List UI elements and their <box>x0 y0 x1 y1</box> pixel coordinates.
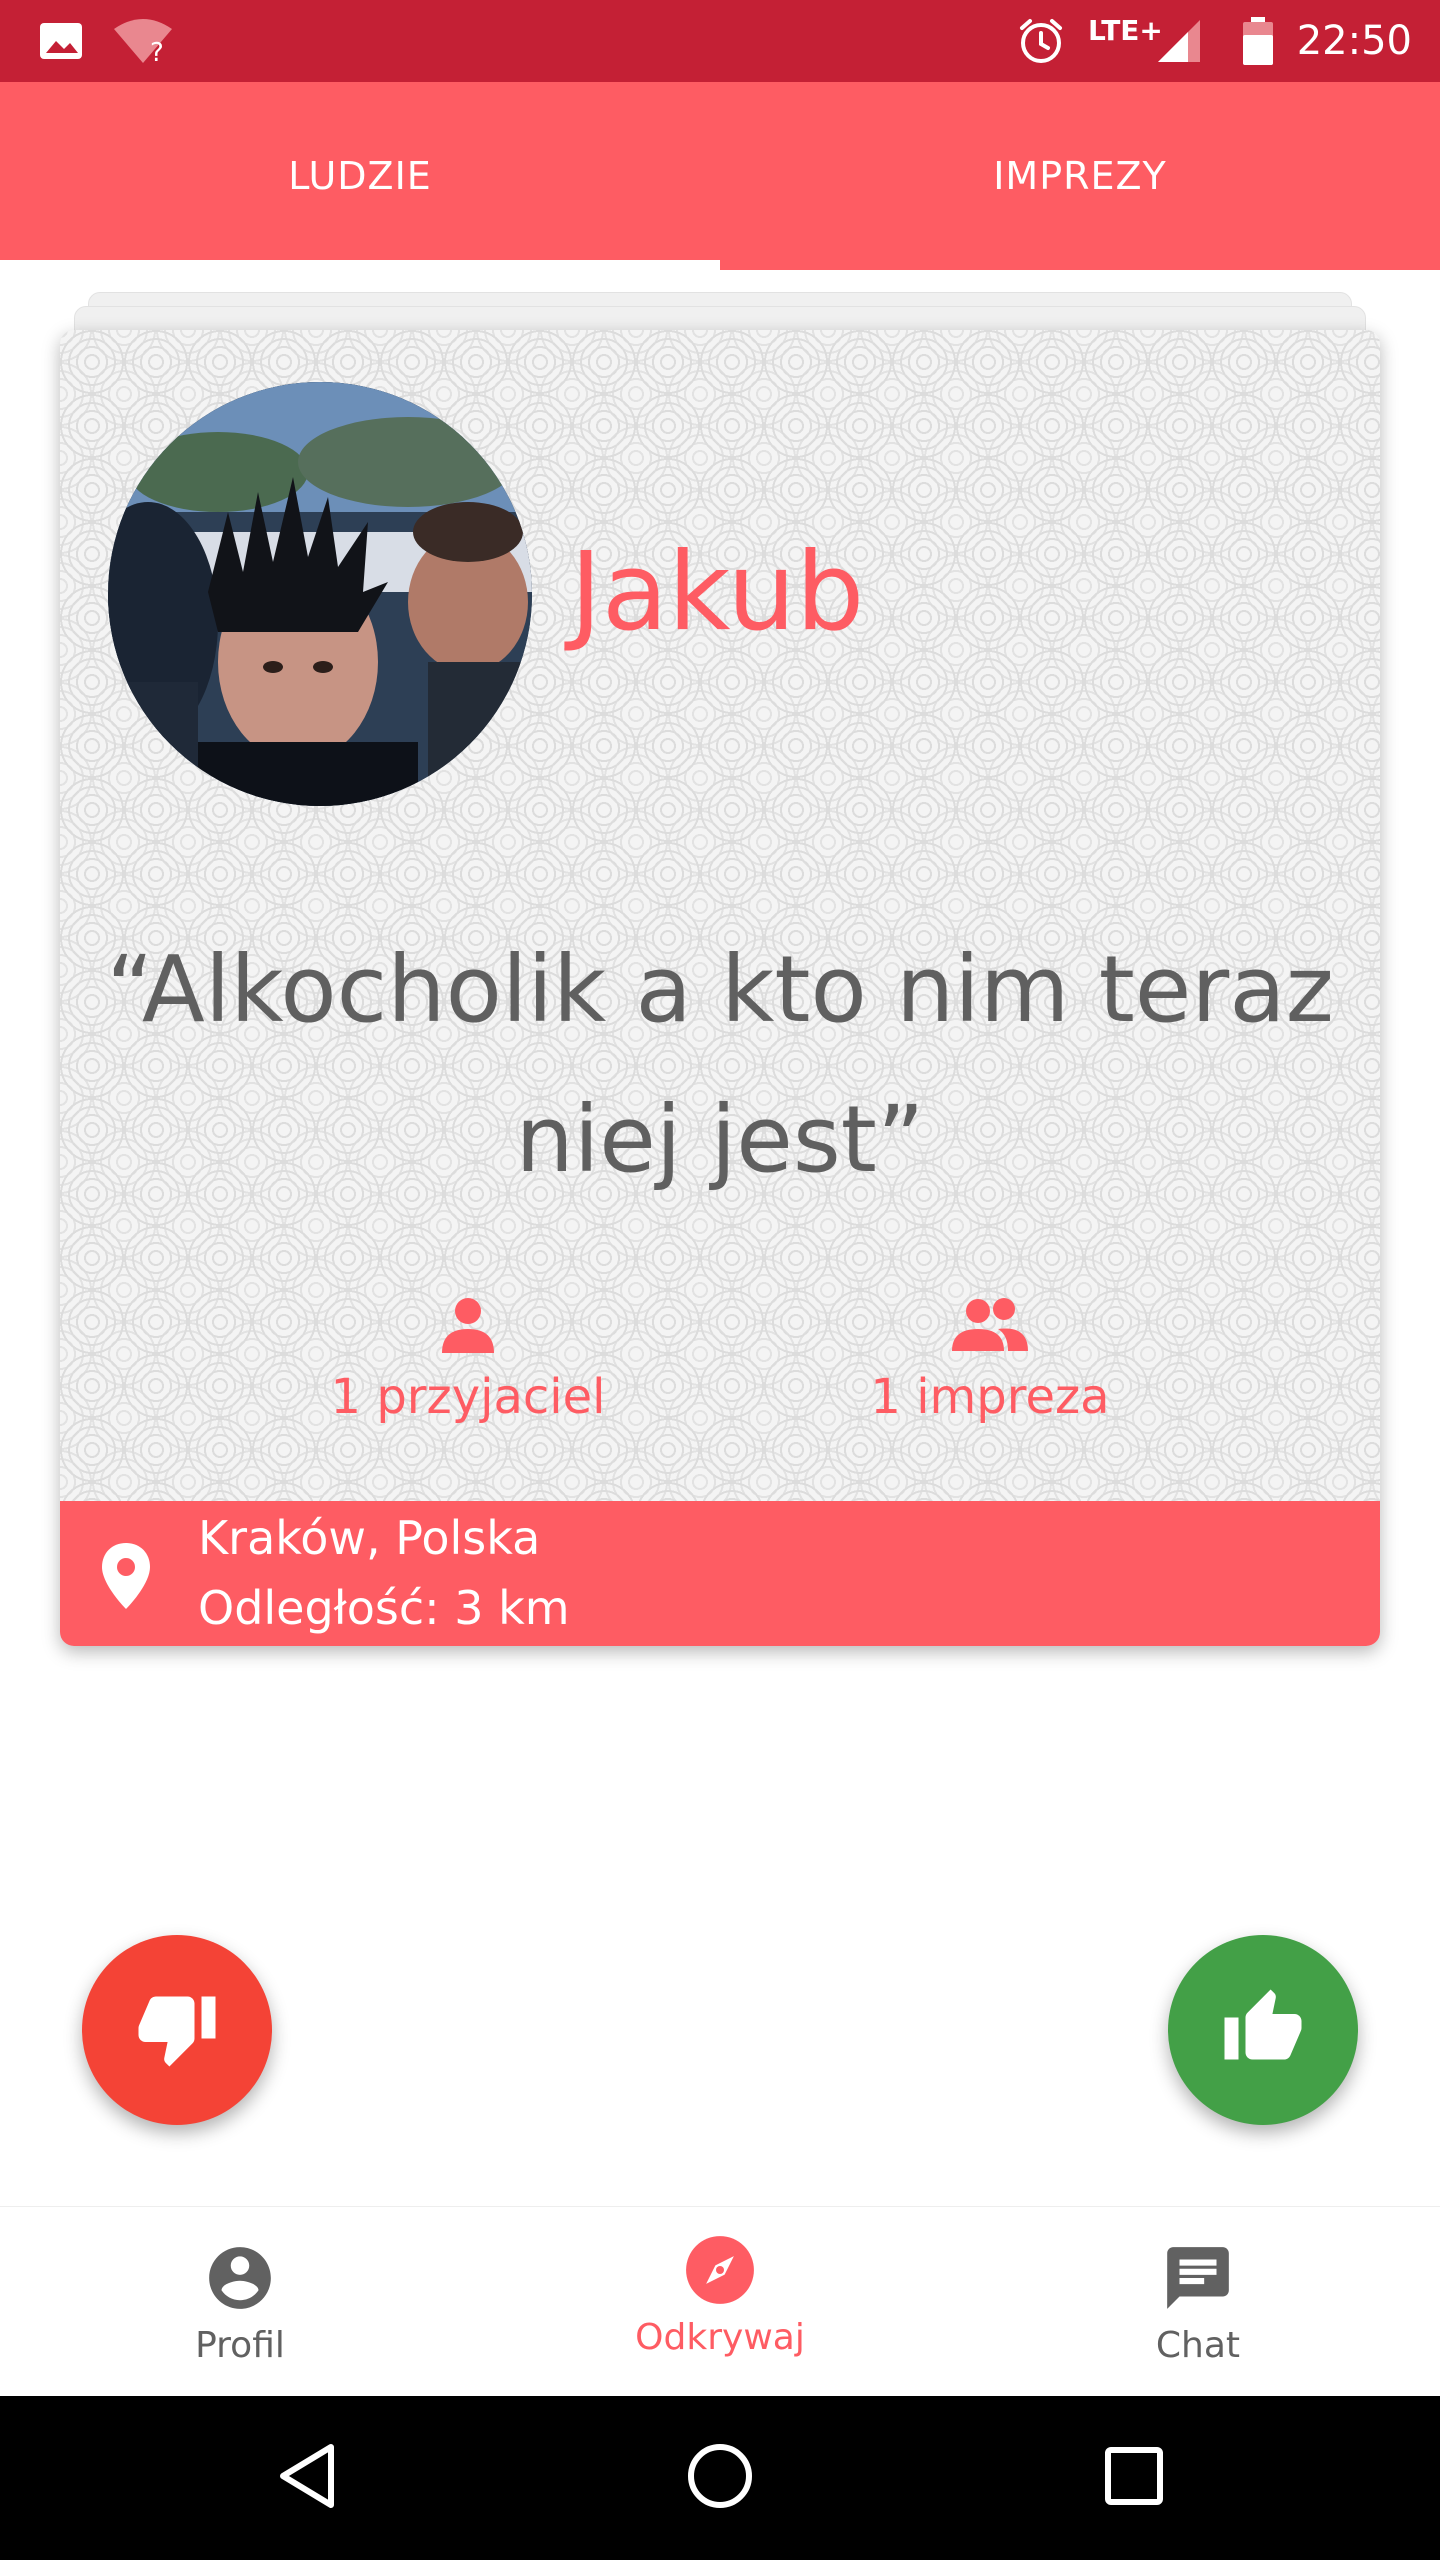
chat-icon <box>1161 2241 1235 2319</box>
tab-indicator <box>0 260 720 270</box>
nav-label: Chat <box>1155 2325 1241 2366</box>
quote-line: “Alkocholik a kto nim teraz <box>106 936 1334 1043</box>
thumb-up-icon <box>1221 1986 1305 2074</box>
svg-text:?: ? <box>150 38 164 65</box>
home-button[interactable] <box>640 2396 800 2560</box>
image-icon <box>38 0 84 82</box>
bottom-navigation: Profil Odkrywaj Chat <box>0 2206 1440 2396</box>
location-distance: Odległość: 3 km <box>198 1581 570 1635</box>
signal-icon <box>1154 0 1204 82</box>
location-city: Kraków, Polska <box>198 1511 541 1565</box>
profile-card[interactable]: Jakub “Alkocholik a kto nim teraz niej j… <box>60 330 1380 1646</box>
location-pin-icon <box>100 1541 152 1615</box>
tab-imprezy[interactable]: IMPREZY <box>720 82 1440 270</box>
tab-label: IMPREZY <box>993 154 1167 198</box>
events-stat: 1 impreza <box>790 1295 1190 1425</box>
tab-label: LUDZIE <box>288 154 432 198</box>
recents-button[interactable] <box>1054 2396 1214 2560</box>
nav-label: Profil <box>195 2325 285 2366</box>
dislike-button[interactable] <box>82 1935 272 2125</box>
nav-chat[interactable]: Chat <box>1048 2207 1348 2397</box>
network-type: LTE+ <box>1088 14 1163 47</box>
account-circle-icon <box>203 2241 277 2319</box>
avatar <box>108 382 532 806</box>
nav-odkrywaj[interactable]: Odkrywaj <box>570 2207 870 2397</box>
profile-quote: “Alkocholik a kto nim teraz niej jest” <box>80 915 1360 1215</box>
tab-ludzie[interactable]: LUDZIE <box>0 82 720 270</box>
recents-icon <box>1102 2444 1166 2512</box>
back-icon <box>273 2441 343 2515</box>
people-icon <box>790 1295 1190 1359</box>
battery-icon <box>1240 0 1276 82</box>
top-tabs: LUDZIE IMPREZY <box>0 82 1440 270</box>
person-icon <box>268 1295 668 1359</box>
nav-profil[interactable]: Profil <box>90 2207 390 2397</box>
home-icon <box>685 2441 755 2515</box>
compass-icon <box>683 2233 757 2311</box>
like-button[interactable] <box>1168 1935 1358 2125</box>
events-count: 1 impreza <box>870 1369 1110 1425</box>
thumb-down-icon <box>135 1986 219 2074</box>
friends-stat: 1 przyjaciel <box>268 1295 668 1425</box>
status-bar: ? LTE+ 22:50 <box>0 0 1440 82</box>
wifi-unknown-icon: ? <box>112 0 174 82</box>
clock: 22:50 <box>1296 18 1412 64</box>
alarm-icon <box>1016 0 1066 82</box>
friends-count: 1 przyjaciel <box>330 1369 606 1425</box>
nav-label: Odkrywaj <box>635 2317 805 2358</box>
back-button[interactable] <box>228 2396 388 2560</box>
location-bar: Kraków, Polska Odległość: 3 km <box>60 1501 1380 1646</box>
quote-line: niej jest” <box>515 1086 925 1193</box>
profile-name: Jakub <box>570 530 865 655</box>
system-navigation-bar <box>0 2396 1440 2560</box>
